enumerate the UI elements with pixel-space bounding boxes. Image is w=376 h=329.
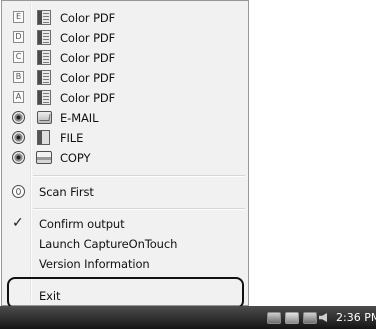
menu-item-label: COPY: [60, 151, 91, 165]
document-icon: [37, 90, 51, 105]
menu-separator: [33, 208, 245, 210]
menu-item-launch-captureontouch[interactable]: Launch CaptureOnTouch: [4, 234, 246, 254]
job-letter-b-icon: B: [13, 71, 24, 83]
menu-item-label: Version Information: [39, 257, 150, 271]
menu-separator: [33, 175, 245, 177]
email-icon: [37, 111, 52, 124]
menu-item-label: Color PDF: [60, 51, 116, 65]
document-icon: [37, 50, 51, 65]
menu-item-job-b[interactable]: B Color PDF: [4, 68, 246, 88]
job-letter-c-icon: C: [13, 51, 24, 63]
menu-item-confirm-output[interactable]: ✓ Confirm output: [4, 214, 246, 234]
taskbar: 2:36 PM: [0, 306, 376, 329]
network-icon[interactable]: [267, 312, 281, 324]
menu-item-label: Color PDF: [60, 71, 116, 85]
taskbar-clock[interactable]: 2:36 PM: [336, 311, 376, 324]
file-icon: [37, 130, 50, 145]
menu-item-job-e[interactable]: E Color PDF: [4, 8, 246, 28]
job-letter-e-icon: E: [13, 11, 24, 23]
checkmark-icon: ✓: [12, 215, 24, 231]
exit-highlight-outline: [7, 277, 244, 309]
display-icon[interactable]: [303, 312, 317, 324]
document-icon: [37, 30, 51, 45]
context-menu: E Color PDF D Color PDF C Color PDF B Co…: [1, 0, 249, 306]
copy-icon: [36, 151, 52, 164]
disc-icon: [12, 111, 25, 124]
menu-item-job-a[interactable]: A Color PDF: [4, 88, 246, 108]
menu-item-job-c[interactable]: C Color PDF: [4, 48, 246, 68]
document-icon: [37, 70, 51, 85]
menu-item-email[interactable]: E-MAIL: [4, 108, 246, 128]
job-letter-a-icon: A: [13, 91, 24, 103]
menu-item-label: E-MAIL: [60, 111, 99, 125]
menu-item-label: FILE: [60, 131, 84, 145]
job-letter-d-icon: D: [13, 31, 24, 43]
menu-item-scan-first[interactable]: Scan First: [4, 182, 246, 202]
menu-item-file[interactable]: FILE: [4, 128, 246, 148]
disc-icon: [12, 151, 25, 164]
document-icon: [37, 10, 51, 25]
volume-icon[interactable]: [319, 313, 327, 322]
menu-item-version-information[interactable]: Version Information: [4, 254, 246, 274]
scanner-tray-icon[interactable]: [285, 312, 299, 324]
menu-item-label: Launch CaptureOnTouch: [39, 237, 178, 251]
scan-first-icon: [12, 185, 25, 198]
menu-item-label: Color PDF: [60, 91, 116, 105]
menu-item-label: Color PDF: [60, 11, 116, 25]
disc-icon: [12, 131, 25, 144]
menu-item-label: Scan First: [39, 185, 94, 199]
menu-item-label: Color PDF: [60, 31, 116, 45]
menu-item-job-d[interactable]: D Color PDF: [4, 28, 246, 48]
menu-item-label: Confirm output: [39, 217, 125, 231]
menu-item-copy[interactable]: COPY: [4, 148, 246, 168]
